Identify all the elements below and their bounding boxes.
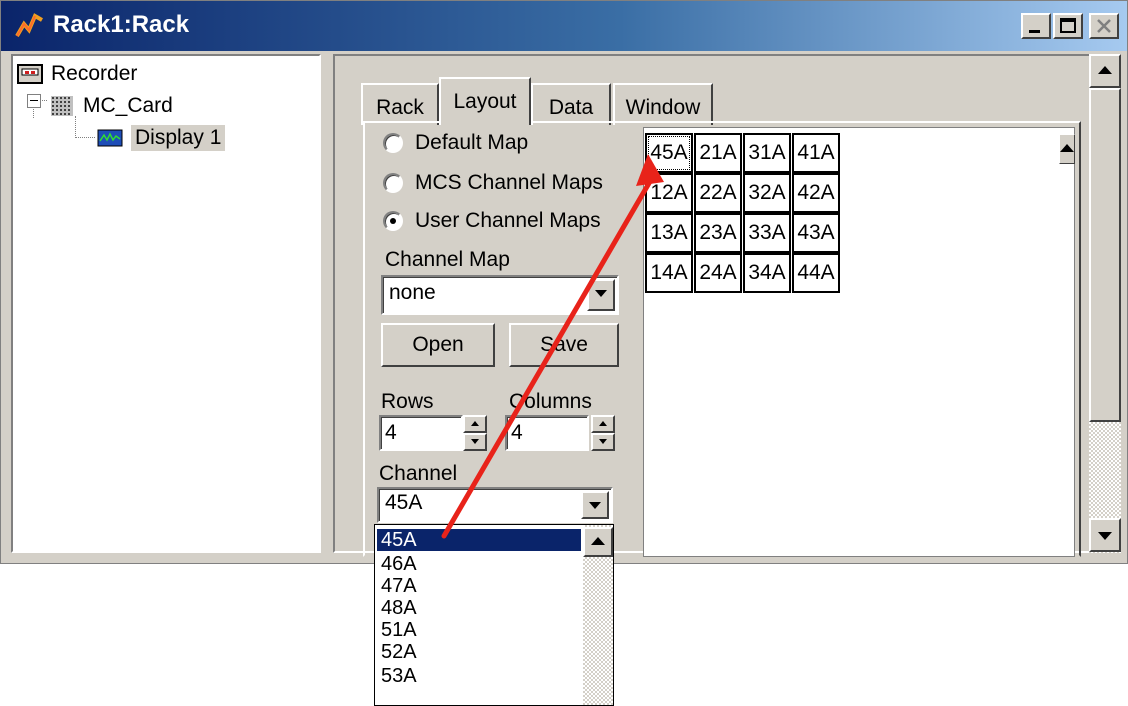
rack-tree[interactable]: Recorder MC_Card Display 1 xyxy=(11,54,321,553)
chevron-down-icon[interactable] xyxy=(581,491,609,519)
rows-input[interactable]: 4 xyxy=(379,415,463,451)
channel-option[interactable]: 47A xyxy=(377,575,581,597)
rows-decrement-button[interactable] xyxy=(463,433,487,451)
grid-cell[interactable]: 13A xyxy=(645,213,693,253)
tab-rack[interactable]: Rack xyxy=(361,83,439,125)
grid-cell[interactable]: 43A xyxy=(792,213,840,253)
columns-label: Columns xyxy=(509,390,592,413)
rows-label: Rows xyxy=(381,390,434,413)
channel-label: Channel xyxy=(379,462,458,485)
grid-cell[interactable]: 32A xyxy=(743,173,791,213)
rows-increment-button[interactable] xyxy=(463,415,487,433)
radio-mcs-channel-maps[interactable]: MCS Channel Maps xyxy=(383,171,603,195)
grid-cell[interactable]: 42A xyxy=(792,173,840,213)
radio-label: MCS Channel Maps xyxy=(415,171,603,194)
channel-option[interactable]: 45A xyxy=(377,529,581,551)
radio-button xyxy=(383,133,403,153)
channel-option[interactable]: 53A xyxy=(377,665,581,687)
radio-label: Default Map xyxy=(415,131,529,154)
grid-scroll-up-icon[interactable] xyxy=(1059,134,1075,164)
channel-map-select[interactable]: none xyxy=(381,275,619,315)
channel-option[interactable]: 46A xyxy=(377,553,581,575)
radio-default-map[interactable]: Default Map xyxy=(383,131,528,155)
channel-dropdown-list[interactable]: 45A 46A 47A 48A 51A 52A 53A xyxy=(374,524,614,706)
channel-option[interactable]: 51A xyxy=(377,619,581,641)
rack-window: Rack1:Rack Recorder MC_Card Display 1 Ra… xyxy=(0,0,1128,564)
minimize-icon xyxy=(1029,30,1040,33)
app-icon xyxy=(15,13,43,38)
channel-option[interactable]: 48A xyxy=(377,597,581,619)
channel-map-label: Channel Map xyxy=(385,248,510,271)
tree-item-mc-card[interactable]: MC_Card xyxy=(49,90,173,122)
grid-cell[interactable]: 45A xyxy=(645,133,693,173)
grid-cell[interactable]: 44A xyxy=(792,253,840,293)
scroll-up-button[interactable] xyxy=(1089,54,1121,88)
scroll-down-button[interactable] xyxy=(1089,518,1121,552)
dropdown-scroll-up-button[interactable] xyxy=(583,527,613,557)
grid-cell[interactable]: 24A xyxy=(694,253,742,293)
tree-item-label: MC_Card xyxy=(83,94,173,117)
save-button[interactable]: Save xyxy=(509,323,619,367)
title-bar[interactable]: Rack1:Rack xyxy=(1,1,1127,51)
maximize-icon xyxy=(1060,18,1076,33)
radio-button-selected xyxy=(383,211,403,231)
channel-value: 45A xyxy=(385,491,423,514)
minimize-button[interactable] xyxy=(1021,13,1051,39)
window-title: Rack1:Rack xyxy=(53,11,190,38)
grid-cell[interactable]: 34A xyxy=(743,253,791,293)
tab-layout[interactable]: Layout xyxy=(439,77,531,125)
radio-button xyxy=(383,173,403,193)
radio-user-channel-maps[interactable]: User Channel Maps xyxy=(383,209,601,233)
dropdown-scrollbar[interactable] xyxy=(583,525,613,705)
card-icon xyxy=(51,96,73,116)
collapse-toggle[interactable] xyxy=(27,94,41,108)
tree-item-display-1[interactable]: Display 1 xyxy=(97,122,226,154)
tree-item-label: Recorder xyxy=(51,62,138,85)
tree-item-label: Display 1 xyxy=(131,125,226,151)
grid-cell[interactable]: 14A xyxy=(645,253,693,293)
maximize-button[interactable] xyxy=(1053,13,1083,39)
tab-window[interactable]: Window xyxy=(613,83,713,125)
radio-label: User Channel Maps xyxy=(415,209,601,232)
grid-cell[interactable]: 41A xyxy=(792,133,840,173)
grid-cell[interactable]: 33A xyxy=(743,213,791,253)
open-button[interactable]: Open xyxy=(381,323,495,367)
channel-option[interactable]: 52A xyxy=(377,641,581,663)
grid-cell[interactable]: 31A xyxy=(743,133,791,173)
display-icon xyxy=(97,129,123,147)
columns-decrement-button[interactable] xyxy=(591,433,615,451)
scroll-thumb[interactable] xyxy=(1089,88,1121,422)
grid-cell[interactable]: 21A xyxy=(694,133,742,173)
grid-cell[interactable]: 12A xyxy=(645,173,693,213)
close-button[interactable] xyxy=(1089,13,1119,39)
tab-data[interactable]: Data xyxy=(531,83,611,125)
columns-input[interactable]: 4 xyxy=(505,415,589,451)
grid-cell[interactable]: 23A xyxy=(694,213,742,253)
columns-increment-button[interactable] xyxy=(591,415,615,433)
recorder-icon xyxy=(17,64,43,84)
rows-value: 4 xyxy=(385,421,397,444)
close-icon xyxy=(1097,19,1111,33)
grid-cell[interactable]: 22A xyxy=(694,173,742,213)
columns-value: 4 xyxy=(511,421,523,444)
chevron-down-icon[interactable] xyxy=(587,279,615,311)
channel-map-value: none xyxy=(389,281,436,304)
vertical-scrollbar[interactable] xyxy=(1089,54,1121,553)
channel-select[interactable]: 45A xyxy=(377,487,613,523)
tree-item-recorder[interactable]: Recorder xyxy=(17,58,137,90)
